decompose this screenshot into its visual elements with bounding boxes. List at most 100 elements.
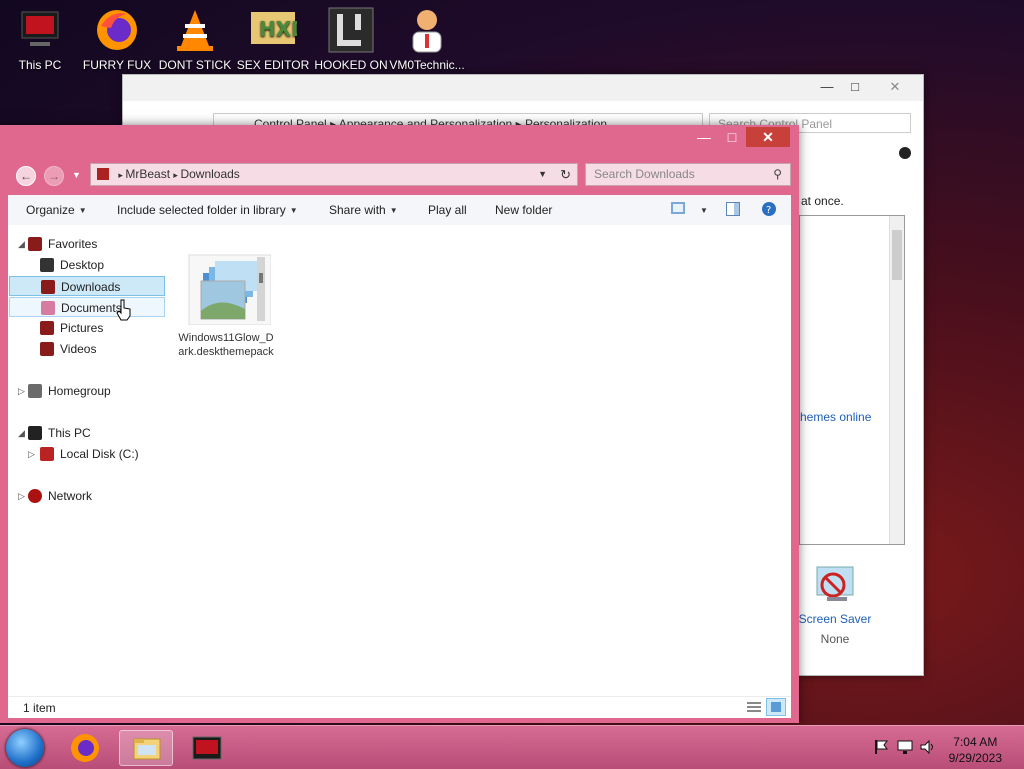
chevron-right-icon[interactable]: ▷	[18, 386, 25, 397]
chevron-down-icon: ▼	[389, 206, 398, 215]
large-icons-view-icon[interactable]	[766, 698, 786, 716]
system-clock[interactable]: 7:04 AM 9/29/2023	[949, 734, 1002, 766]
nav-network[interactable]: Network	[28, 486, 92, 506]
taskbar-firefox-button[interactable]	[58, 730, 112, 766]
chevron-down-icon[interactable]: ◢	[18, 239, 25, 250]
chevron-down-icon[interactable]: ▼	[72, 170, 81, 180]
chevron-down-icon[interactable]: ▼	[696, 203, 708, 217]
theme-pack-file-icon	[181, 253, 272, 326]
close-button[interactable]: ✕	[875, 77, 915, 97]
organize-button[interactable]: Organize ▼	[26, 203, 87, 217]
minimize-button[interactable]: —	[813, 77, 841, 97]
nav-documents[interactable]: Documents	[9, 297, 165, 317]
screen-saver-item[interactable]: Screen Saver None	[793, 563, 877, 646]
computer-icon	[16, 6, 64, 54]
desktop-icon-sex-editor[interactable]: HXD SEX EDITOR	[235, 6, 311, 72]
scrollbar[interactable]	[889, 216, 904, 544]
theme-list[interactable]	[799, 215, 905, 545]
chevron-down-icon: ▼	[289, 206, 298, 215]
chevron-down-icon: ▼	[78, 206, 87, 215]
folder-icon	[133, 738, 161, 760]
network-icon	[28, 489, 42, 503]
play-all-button[interactable]: Play all	[428, 203, 467, 217]
nav-favorites[interactable]: Favorites	[28, 234, 97, 254]
item-count: 1 item	[23, 701, 56, 715]
maximize-button[interactable]: □	[841, 77, 869, 97]
vlc-cone-icon	[171, 6, 219, 54]
refresh-icon[interactable]: ↻	[560, 164, 571, 185]
volume-icon[interactable]	[920, 739, 936, 758]
include-in-library-button[interactable]: Include selected folder in library ▼	[117, 203, 298, 217]
help-icon[interactable]	[899, 147, 911, 159]
explorer-window[interactable]: — □ ✕ ← → ▼ ▸ MrBeast ▸ Downloads ▼ ↻ Se…	[0, 125, 799, 723]
hand-cursor-icon	[116, 299, 132, 324]
game-app-icon	[327, 6, 375, 54]
maximize-button[interactable]: □	[718, 127, 746, 147]
homegroup-icon	[28, 384, 42, 398]
nav-local-disk[interactable]: Local Disk (C:)	[40, 444, 139, 464]
forward-button[interactable]: →	[44, 166, 64, 186]
chevron-right-icon[interactable]: ▷	[28, 449, 35, 460]
desktop-icon-this-pc[interactable]: This PC	[2, 6, 78, 72]
svg-text:HXD: HXD	[259, 17, 297, 41]
nav-videos[interactable]: Videos	[40, 339, 96, 359]
hxd-editor-icon: HXD	[249, 6, 308, 54]
back-button[interactable]: ←	[16, 166, 36, 186]
desktop-icon-vm0technic[interactable]: VM0Technic...	[389, 6, 465, 72]
file-item[interactable]: Windows11Glow_Dark.deskthemepack	[178, 253, 274, 359]
nav-homegroup[interactable]: Homegroup	[28, 381, 111, 401]
scrollbar-thumb[interactable]	[892, 230, 902, 280]
preview-pane-icon[interactable]	[726, 202, 740, 219]
clock-time: 7:04 AM	[953, 735, 998, 749]
share-with-button[interactable]: Share with ▼	[329, 203, 398, 217]
nav-desktop[interactable]: Desktop	[40, 255, 104, 275]
svg-text:?: ?	[766, 205, 771, 216]
chevron-down-icon[interactable]: ▼	[538, 164, 547, 185]
desktop-icon-label: DONT STICK	[158, 58, 232, 72]
screen-saver-label[interactable]: Screen Saver	[793, 612, 877, 626]
desktop-icon-label: HOOKED ON	[314, 58, 388, 72]
desktop-icon-dont-stick[interactable]: DONT STICK	[157, 6, 233, 72]
drive-icon	[40, 447, 54, 461]
chevron-right-icon[interactable]: ▷	[18, 491, 25, 502]
command-bar[interactable]: Organize ▼ Include selected folder in lib…	[8, 195, 791, 226]
details-view-icon[interactable]	[747, 700, 761, 717]
pictures-icon	[40, 321, 54, 335]
title-bar[interactable]	[123, 75, 923, 101]
downloads-icon	[41, 280, 55, 294]
taskbar-explorer-button[interactable]	[119, 730, 173, 766]
network-status-icon[interactable]	[897, 739, 913, 758]
start-button[interactable]	[6, 729, 44, 767]
computer-icon	[28, 426, 42, 440]
nav-this-pc[interactable]: This PC	[28, 423, 91, 443]
screen-saver-icon	[793, 563, 877, 610]
chevron-down-icon[interactable]: ◢	[18, 428, 25, 439]
desktop-icon-label: FURRY FUX	[82, 58, 152, 72]
content-area[interactable]: ◢ Favorites Desktop Downloads Documents …	[8, 225, 791, 696]
file-name: Windows11Glow_Dark.deskthemepack	[178, 332, 274, 358]
nav-pictures[interactable]: Pictures	[40, 318, 103, 338]
address-bar[interactable]: ▸ MrBeast ▸ Downloads ▼ ↻	[90, 163, 578, 186]
flag-icon[interactable]	[874, 739, 888, 758]
nav-downloads[interactable]: Downloads	[9, 276, 165, 296]
desktop-icon-label: This PC	[18, 58, 62, 72]
close-button[interactable]: ✕	[746, 127, 790, 147]
title-bar[interactable]	[0, 125, 799, 153]
desktop-icon-furry-fux[interactable]: FURRY FUX	[79, 6, 155, 72]
videos-icon	[40, 342, 54, 356]
desktop-icon	[40, 258, 54, 272]
search-input[interactable]: Search Downloads ⚲	[585, 163, 791, 186]
change-view-icon[interactable]	[671, 202, 685, 217]
get-themes-online-link[interactable]: hemes online	[800, 410, 871, 424]
breadcrumb-item[interactable]: Downloads	[180, 167, 239, 181]
breadcrumb-item[interactable]: MrBeast	[125, 167, 170, 181]
status-bar: 1 item	[8, 696, 791, 718]
new-folder-button[interactable]: New folder	[495, 203, 552, 217]
clock-date: 9/29/2023	[948, 751, 1002, 765]
search-icon[interactable]: ⚲	[773, 164, 782, 185]
desktop-icon-hooked-on[interactable]: HOOKED ON	[313, 6, 389, 72]
taskbar-app-button[interactable]	[180, 730, 234, 766]
minimize-button[interactable]: —	[690, 127, 718, 147]
help-icon[interactable]: ?	[762, 202, 776, 219]
desktop-icon-label: SEX EDITOR	[236, 58, 310, 72]
